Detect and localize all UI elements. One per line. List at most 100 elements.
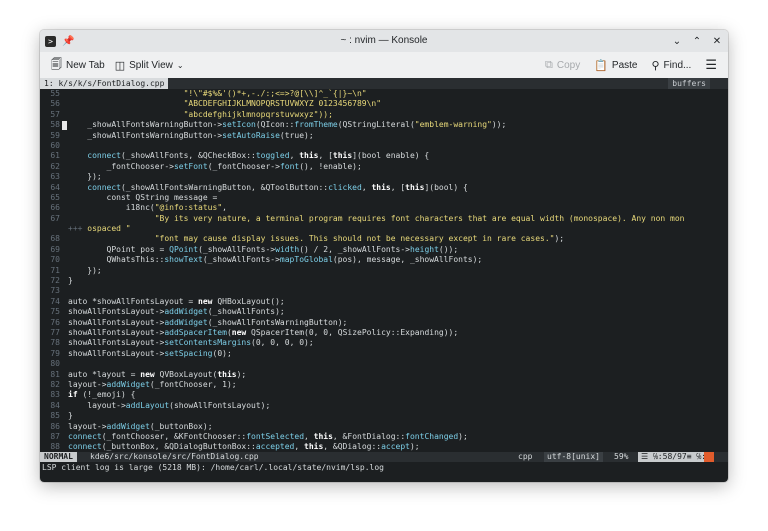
status-diagnostic-indicator bbox=[704, 452, 714, 462]
tab-fontdialog[interactable]: 1: k/s/k/s/FontDialog.cpp bbox=[40, 78, 169, 89]
code-token: accept bbox=[381, 442, 410, 452]
code-token: setAutoRaise bbox=[222, 130, 280, 140]
code-area[interactable]: 55 "!\"#$%&'()*+,-./:;<=>?@[\\]^_`{|}~\n… bbox=[40, 89, 728, 453]
code-token: (_showAllFontsWarningButton); bbox=[207, 317, 348, 327]
find-button[interactable]: ⚲ Find... bbox=[646, 54, 696, 76]
code-token: addWidget bbox=[164, 317, 208, 327]
line-number: 58 bbox=[50, 120, 60, 130]
code-line-wrap[interactable]: +++ ospaced " bbox=[40, 224, 728, 234]
line-number: 86 bbox=[50, 421, 60, 431]
line-number: 66 bbox=[50, 203, 60, 213]
code-token: addWidget bbox=[164, 307, 208, 317]
code-line[interactable]: 78 showAllFontsLayout->setContentsMargins… bbox=[40, 338, 728, 348]
code-token: accepted bbox=[255, 442, 295, 452]
code-token: (_showAllFonts-> bbox=[202, 255, 280, 265]
code-line[interactable]: 73 bbox=[40, 286, 728, 296]
code-token: auto *layout = bbox=[68, 369, 141, 379]
maximize-icon[interactable]: ⌃ bbox=[692, 36, 702, 47]
code-token: } bbox=[68, 411, 73, 421]
code-line[interactable]: 59 _showAllFontsWarningButton->setAutoRa… bbox=[40, 131, 728, 141]
code-line[interactable]: 71 }); bbox=[40, 266, 728, 276]
hamburger-menu-button[interactable]: ☰ bbox=[700, 54, 722, 76]
code-token: (_fontChooser, 1); bbox=[149, 379, 237, 389]
code-token: ); bbox=[554, 234, 565, 244]
code-line[interactable]: 64 connect(_showAllFontsWarningButton, &… bbox=[40, 183, 728, 193]
code-line[interactable]: 55 "!\"#$%&'()*+,-./:;<=>?@[\\]^_`{|}~\n… bbox=[40, 89, 728, 99]
code-token: layout-> bbox=[68, 379, 107, 389]
command-line-message: LSP client log is large (5218 MB): /home… bbox=[42, 463, 384, 472]
konsole-icon[interactable]: > bbox=[45, 35, 56, 47]
code-line[interactable]: 79 showAllFontsLayout->setSpacing(0); bbox=[40, 349, 728, 359]
code-line[interactable]: 75 showAllFontsLayout->addWidget(_showAll… bbox=[40, 307, 728, 317]
code-line[interactable]: 76 showAllFontsLayout->addWidget(_showAll… bbox=[40, 318, 728, 328]
toolbar-right: ⧉ Copy 📋 Paste ⚲ Find... ☰ bbox=[540, 52, 722, 78]
code-token: fontChanged bbox=[405, 431, 459, 441]
line-number: 81 bbox=[50, 369, 60, 379]
code-line[interactable]: 80 bbox=[40, 359, 728, 369]
minimize-icon[interactable]: ⌄ bbox=[672, 36, 682, 47]
code-line[interactable]: 68 "font may cause display issues. This … bbox=[40, 234, 728, 244]
code-token: fromTheme bbox=[294, 120, 338, 130]
code-line[interactable]: 84 layout->addLayout(showAllFontsLayout)… bbox=[40, 401, 728, 411]
code-line[interactable]: 61 connect(_showAllFonts, &QCheckBox::to… bbox=[40, 151, 728, 161]
split-view-button[interactable]: ◫ Split View ⌄ bbox=[110, 54, 189, 76]
code-line[interactable]: 60 bbox=[40, 141, 728, 151]
code-line[interactable]: 83 if (!_emoji) { bbox=[40, 390, 728, 400]
code-token: , [ bbox=[390, 182, 406, 192]
code-line[interactable]: 74 auto *showAllFontsLayout = new QHBoxLa… bbox=[40, 297, 728, 307]
toolbar: 🗐 New Tab ◫ Split View ⌄ ⧉ Copy 📋 Paste … bbox=[40, 52, 728, 78]
code-token: "!\"#$%&'()*+,-./:;<=>?@[\\]^_`{|}~\n" bbox=[68, 89, 367, 98]
code-token: (_showAllFontsWarningButton, &QToolButto… bbox=[120, 182, 329, 192]
code-token: "emblem-warning" bbox=[414, 120, 492, 130]
copy-button[interactable]: ⧉ Copy bbox=[540, 54, 585, 76]
code-token: mapToGlobal bbox=[279, 255, 333, 265]
copy-label: Copy bbox=[556, 59, 581, 71]
code-token: QSpacerItem(0, 0, QSizePolicy::Expanding… bbox=[246, 327, 459, 337]
code-token: setIcon bbox=[222, 120, 256, 130]
code-line[interactable]: 69 QPoint pos = QPoint(_showAllFonts->wi… bbox=[40, 245, 728, 255]
close-icon[interactable]: ✕ bbox=[712, 36, 722, 47]
code-line[interactable]: 87 connect(_fontChooser, &KFontChooser::f… bbox=[40, 432, 728, 442]
code-token: showAllFontsLayout-> bbox=[68, 307, 165, 317]
code-line[interactable]: 81 auto *layout = new QVBoxLayout(this); bbox=[40, 370, 728, 380]
line-number: 78 bbox=[50, 338, 60, 348]
code-token: addSpacerItem bbox=[164, 327, 227, 337]
code-line[interactable]: 57 "abcdefghijklmnopqrstuvwxyz")); bbox=[40, 110, 728, 120]
code-token: +++ bbox=[68, 224, 88, 234]
code-token: connect bbox=[68, 151, 121, 161]
code-line[interactable]: 65 const QString message = bbox=[40, 193, 728, 203]
title-bar[interactable]: > 📌 ~ : nvim — Konsole ⌄ ⌃ ✕ bbox=[40, 30, 728, 52]
code-line[interactable]: 70 QWhatsThis::showText(_showAllFonts->m… bbox=[40, 255, 728, 265]
code-token: , bbox=[304, 431, 314, 441]
code-line[interactable]: 77 showAllFontsLayout->addSpacerItem(new … bbox=[40, 328, 728, 338]
code-token: (_showAllFonts, &QCheckBox:: bbox=[120, 151, 256, 161]
line-number: 72 bbox=[50, 276, 60, 286]
konsole-window: > 📌 ~ : nvim — Konsole ⌄ ⌃ ✕ 🗐 New Tab ◫… bbox=[40, 30, 728, 482]
code-line[interactable]: 62 _fontChooser->setFont(_fontChooser->f… bbox=[40, 162, 728, 172]
code-line[interactable]: 56 "ABCDEFGHIJKLMNOPQRSTUVWXYZ 012345678… bbox=[40, 99, 728, 109]
code-token: , &FontDialog:: bbox=[332, 431, 406, 441]
code-token: (pos), message, _showAllFonts); bbox=[332, 255, 483, 265]
code-line[interactable]: 86 layout->addWidget(_buttonBox); bbox=[40, 422, 728, 432]
new-tab-button[interactable]: 🗐 New Tab bbox=[46, 54, 110, 76]
buffers-label: buffers bbox=[668, 78, 710, 89]
paste-icon: 📋 bbox=[594, 58, 608, 72]
pin-icon[interactable]: 📌 bbox=[62, 36, 74, 47]
code-line[interactable]: 58 _showAllFontsWarningButton->setIcon(Q… bbox=[40, 120, 728, 131]
code-line[interactable]: 63 }); bbox=[40, 172, 728, 182]
code-token: "ABCDEFGHIJKLMNOPQRSTUVWXYZ 0123456789\n… bbox=[68, 99, 382, 109]
code-line[interactable]: 82 layout->addWidget(_fontChooser, 1); bbox=[40, 380, 728, 390]
nvim-statusline: NORMAL kde6/src/konsole/src/FontDialog.c… bbox=[40, 452, 728, 462]
code-token: ](bool) { bbox=[424, 182, 468, 192]
code-token: , bbox=[361, 182, 372, 192]
terminal-view[interactable]: 1: k/s/k/s/FontDialog.cpp buffers 55 "!\… bbox=[40, 78, 728, 482]
code-token: _showAllFontsWarningButton-> bbox=[68, 120, 223, 130]
code-line[interactable]: 66 i18nc("@info:status", bbox=[40, 203, 728, 213]
code-line[interactable]: 67 "By its very nature, a terminal progr… bbox=[40, 214, 728, 224]
paste-button[interactable]: 📋 Paste bbox=[589, 54, 642, 76]
code-line[interactable]: 72} bbox=[40, 276, 728, 286]
code-token: showAllFontsLayout-> bbox=[68, 327, 165, 337]
code-token: } bbox=[68, 276, 73, 286]
line-number: 84 bbox=[50, 400, 60, 410]
code-line[interactable]: 85} bbox=[40, 411, 728, 421]
